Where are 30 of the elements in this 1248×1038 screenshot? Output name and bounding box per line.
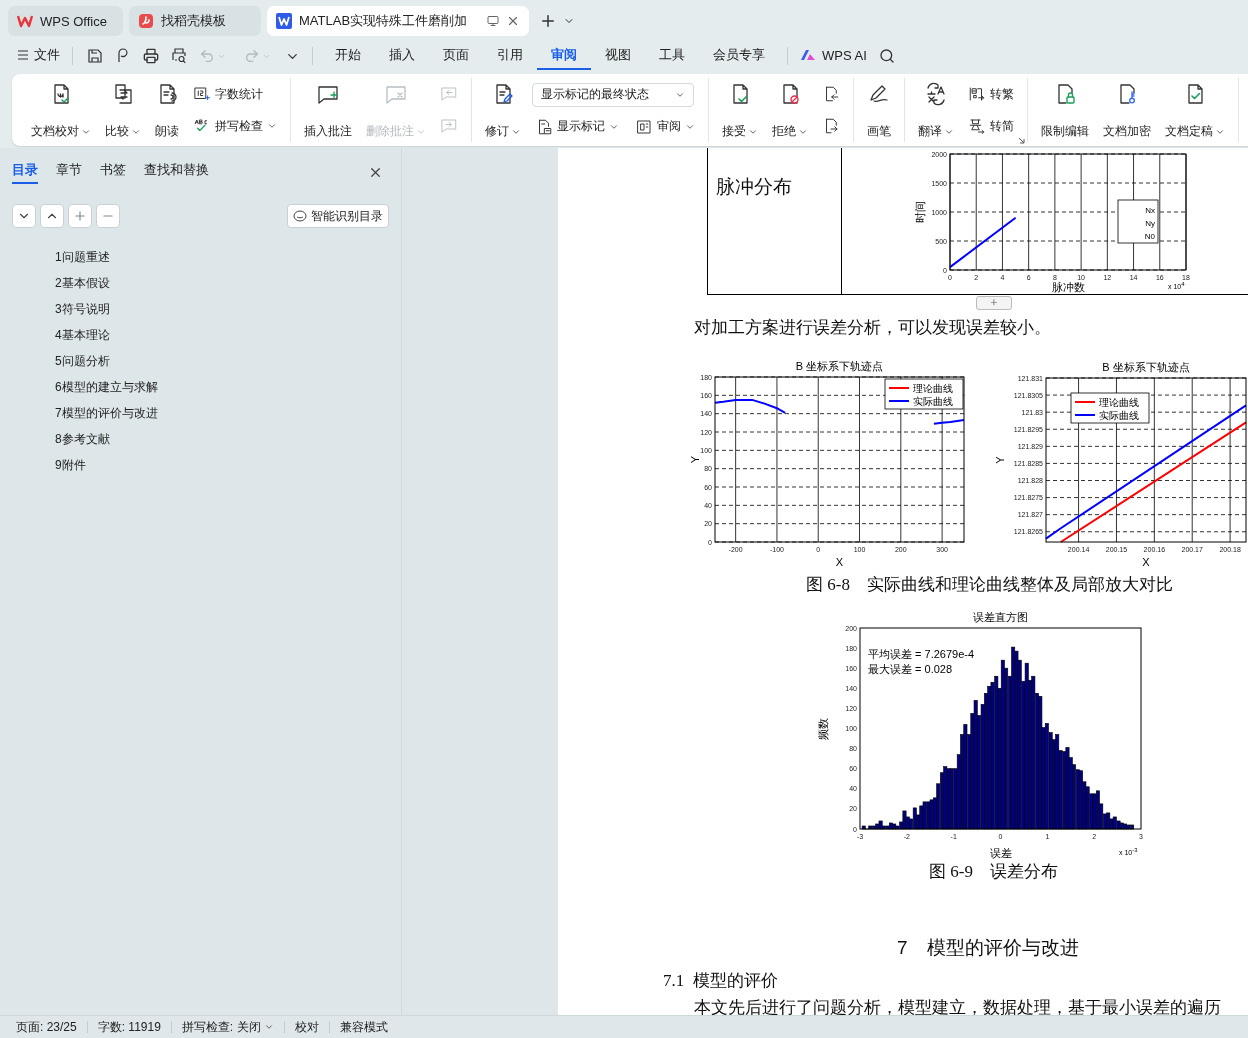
figure-caption: 图 6-8 实际曲线和理论曲线整体及局部放大对比 (806, 574, 1174, 596)
axis-label: 误差 (989, 847, 1012, 859)
chart-title: B 坐标系下轨迹点 (795, 360, 884, 372)
table-cell: 脉冲分布 (708, 148, 842, 294)
tab-label: 找稻壳模板 (161, 12, 227, 30)
paragraph: 本文先后进行了问题分析，模型建立，数据处理，基于最小误差的遍历 (694, 997, 1222, 1015)
legend-label: 实际曲线 (913, 396, 953, 407)
legend-label: Nx (1145, 206, 1155, 215)
chart-title: B 坐标系下轨迹点 (1102, 361, 1190, 373)
axis-label: Y (995, 456, 1006, 464)
paragraph: 对加工方案进行误差分析，可以发现误差较小。 (694, 317, 1052, 339)
axis-label: 时间 (914, 201, 926, 223)
tab-label: MATLAB实现特殊工件磨削加 (299, 12, 469, 30)
figure-caption: 图 6-9 误差分布 (929, 861, 1059, 883)
legend-label: Ny (1145, 219, 1155, 228)
subsection-heading: 7.1 模型的评价 (663, 970, 779, 992)
tab-label: WPS Office (40, 13, 108, 29)
legend-label: 理论曲线 (913, 383, 953, 394)
section-heading: 7 模型的评价与改进 (897, 936, 1080, 960)
legend-label: 理论曲线 (1099, 397, 1139, 408)
axis-label: 频数 (817, 717, 829, 740)
axis-label: 脉冲数 (1051, 281, 1085, 293)
axis-label: X (1142, 556, 1150, 568)
chart-annotation: 最大误差 = 0.028 (868, 664, 953, 675)
legend-label: 实际曲线 (1099, 410, 1139, 421)
chart-annotation: 平均误差 = 7.2679e-4 (868, 649, 975, 660)
axis-label: X (835, 556, 844, 568)
axis-label: Y (690, 455, 701, 464)
legend-label: N0 (1144, 232, 1155, 241)
chart-title: 误差直方图 (973, 611, 1028, 623)
